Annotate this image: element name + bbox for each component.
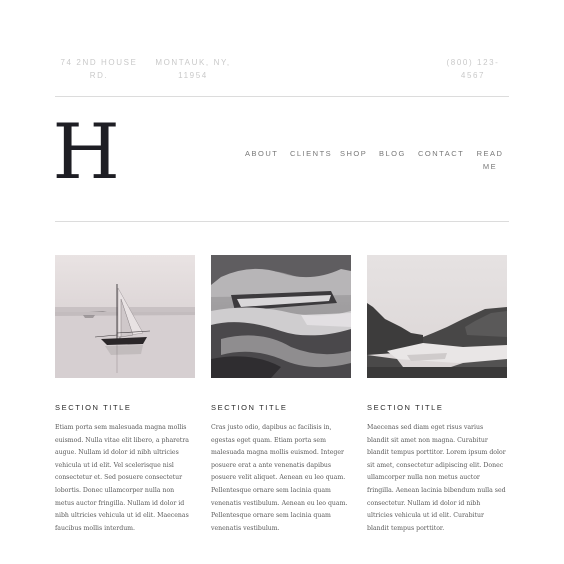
city-text: MONTAUK, NY, 11954	[155, 58, 231, 80]
header-divider	[55, 221, 509, 222]
nav-item-blog[interactable]: BLOG	[379, 147, 406, 160]
section-title: SECTION TITLE	[55, 403, 132, 412]
nav-item-contact[interactable]: CONTACT	[418, 147, 464, 160]
section-body-text: Cras justo odio, dapibus ac facilisis in…	[211, 424, 348, 532]
section-body-text: Maecenas sed diam eget risus varius blan…	[367, 424, 506, 532]
section-column-3: SECTION TITLE Maecenas sed diam eget ris…	[367, 255, 507, 535]
site-logo[interactable]: H	[52, 112, 120, 192]
nav-item-shop[interactable]: SHOP	[340, 147, 367, 160]
nav-item-read-me[interactable]: READ ME	[476, 147, 504, 173]
mountain-lake-photo[interactable]	[367, 255, 507, 378]
sailboat-photo[interactable]	[55, 255, 195, 378]
phone-text[interactable]: (800) 123-4567	[439, 56, 507, 82]
section-title: SECTION TITLE	[367, 403, 444, 412]
section-column-2: SECTION TITLE Cras justo odio, dapibus a…	[211, 255, 351, 535]
section-column-1: SECTION TITLE Etiam porta sem malesuada …	[55, 255, 195, 535]
nav-item-about[interactable]: ABOUT	[245, 147, 278, 160]
header-info-bar: 74 2ND HOUSE RD. MONTAUK, NY, 11954 (800…	[55, 56, 509, 86]
address-text: 74 2ND HOUSE RD.	[60, 58, 138, 80]
main-nav: ABOUT CLIENTS SHOP BLOG CONTACT READ ME	[240, 147, 510, 177]
nav-item-clients[interactable]: CLIENTS	[290, 147, 332, 160]
top-divider	[55, 96, 509, 97]
section-body-text: Etiam porta sem malesuada magna mollis e…	[55, 424, 189, 532]
geyser-terrace-photo[interactable]	[211, 255, 351, 378]
section-title: SECTION TITLE	[211, 403, 288, 412]
